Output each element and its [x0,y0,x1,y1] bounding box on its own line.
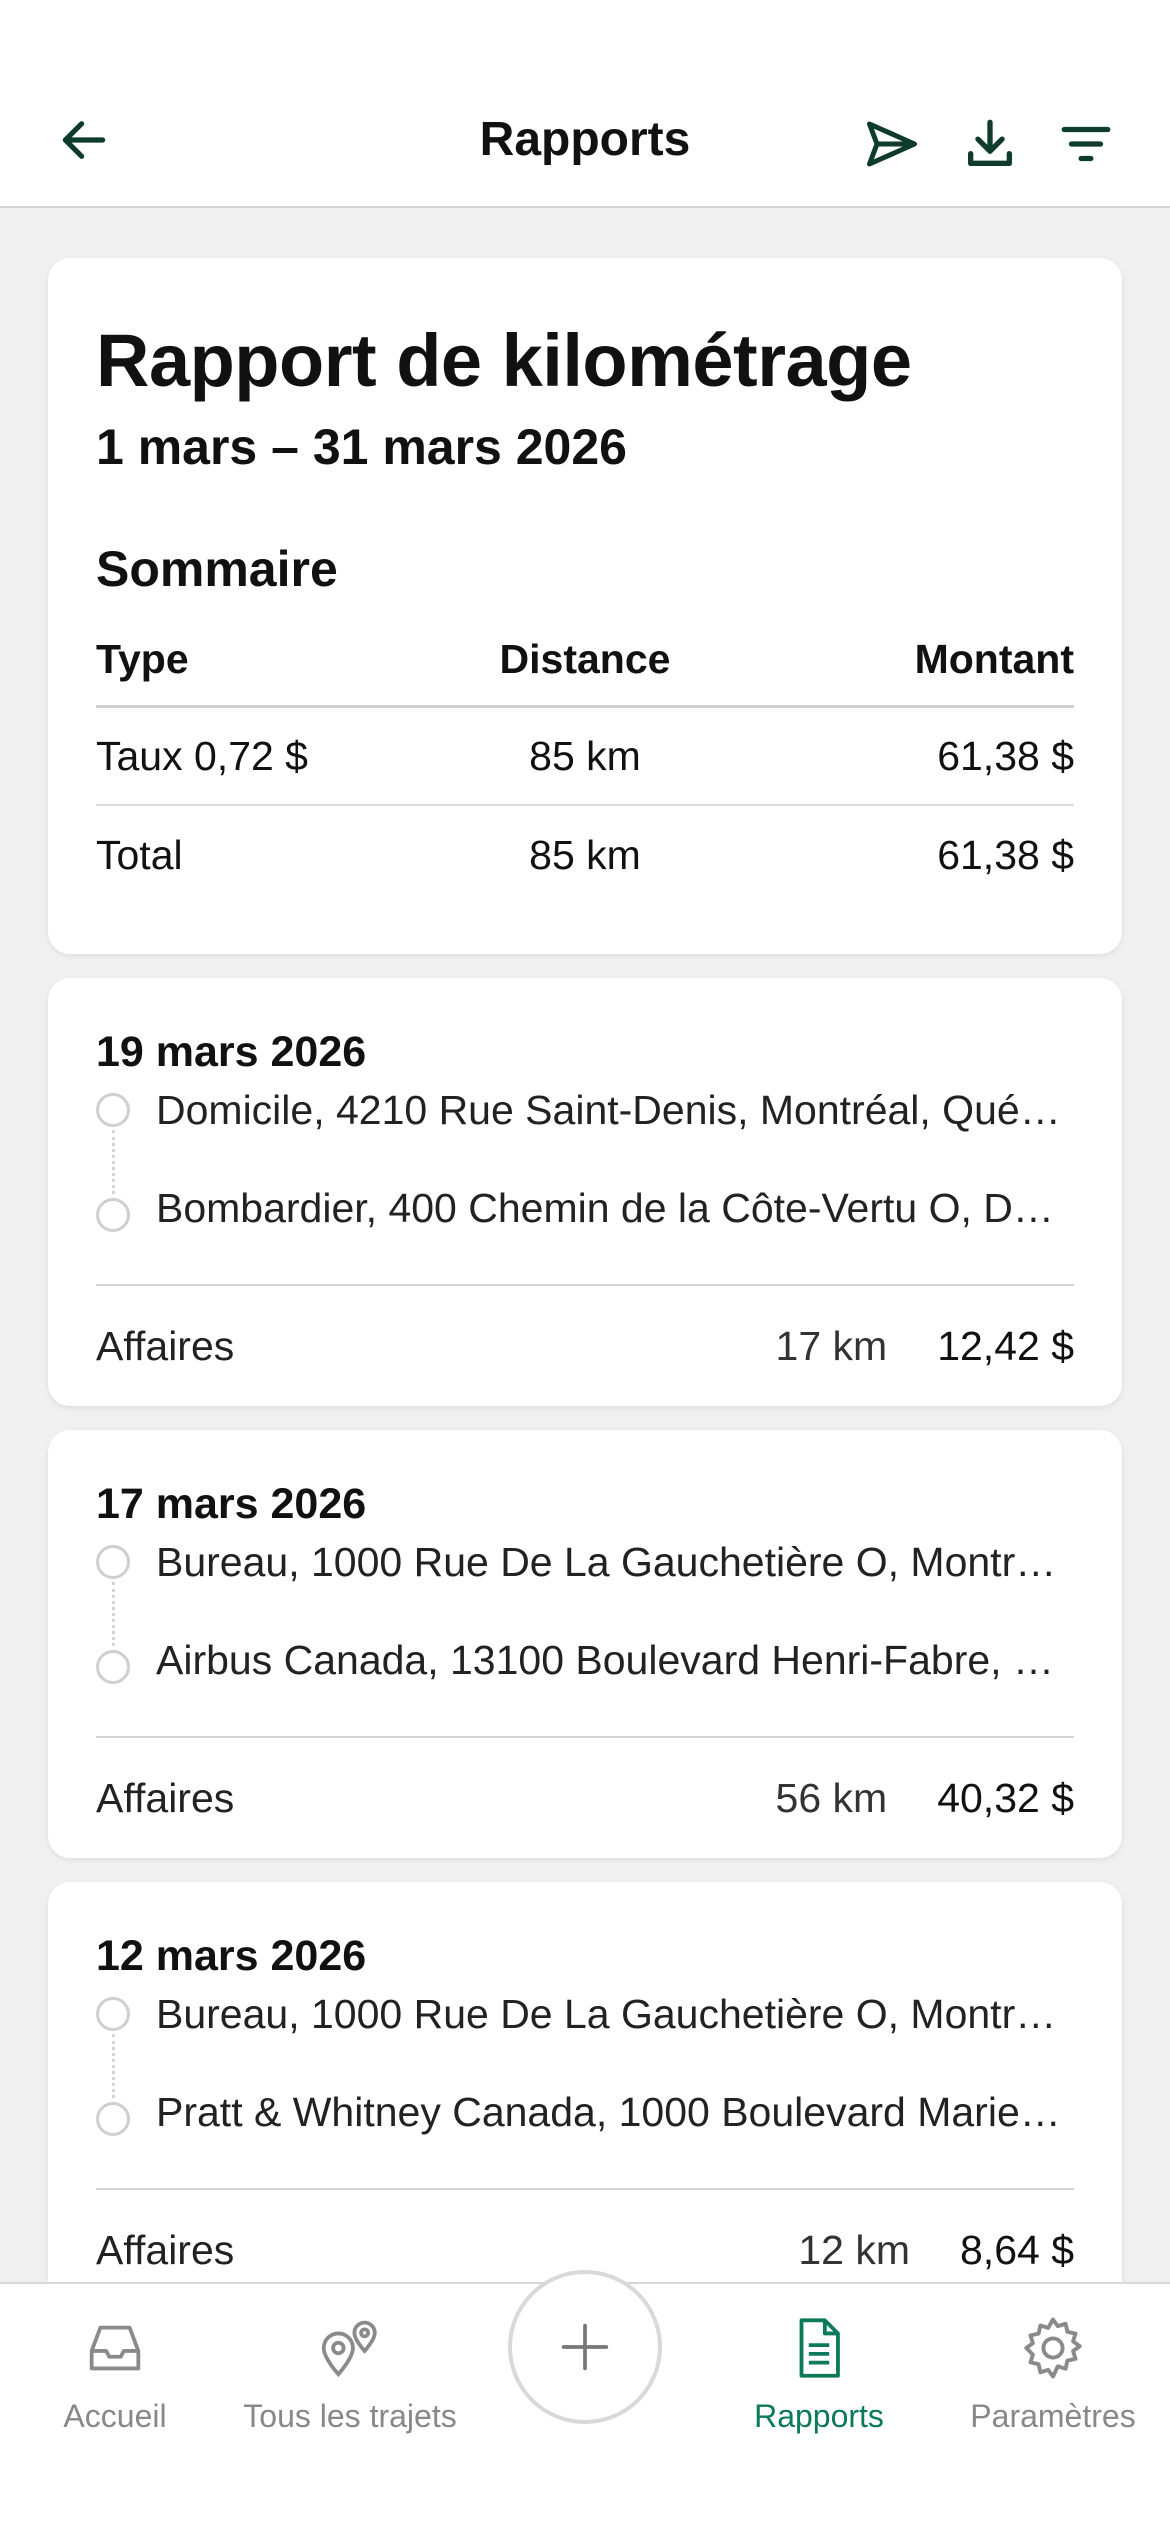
trip-distance: 56 km [775,1774,888,1821]
report-content[interactable]: Rapport de kilométrage 1 mars – 31 mars … [0,210,1170,2282]
trip-destination: Bombardier, 400 Chemin de la Côte-Vertu … [96,1178,1074,1238]
nav-item-settings[interactable]: Paramètres [938,2308,1168,2448]
trip-card[interactable]: 12 mars 2026 Bureau, 1000 Rue De La Gauc… [48,1882,1122,2282]
trip-category: Affaires [96,1322,235,1369]
nav-label-reports: Rapports [754,2398,884,2434]
trip-origin: Bureau, 1000 Rue De La Gauchetière O, Mo… [96,1532,1074,1592]
trip-destination: Airbus Canada, 13100 Boulevard Henri-Fab… [96,1630,1074,1690]
summary-heading: Sommaire [96,541,338,597]
document-icon [779,2308,859,2388]
origin-dot-icon [96,1093,130,1127]
trip-destination: Pratt & Whitney Canada, 1000 Boulevard M… [96,2082,1074,2142]
origin-dot-icon [96,1997,130,2031]
origin-dot-icon [96,1545,130,1579]
nav-item-all-trips[interactable]: Tous les trajets [235,2308,465,2448]
trip-amount: 12,42 $ [937,1322,1074,1369]
report-title: Rapport de kilométrage [96,319,912,402]
table-row: Total 85 km 61,38 $ [96,806,1074,904]
nav-item-reports[interactable]: Rapports [704,2308,934,2448]
column-header-amount: Montant [914,636,1074,682]
column-header-type: Type [96,636,189,682]
nav-label-settings: Paramètres [970,2398,1136,2434]
trip-distance: 17 km [775,1322,888,1369]
origin-address: Bureau, 1000 Rue De La Gauchetière O, Mo… [156,1990,1074,2037]
download-button[interactable] [954,108,1026,180]
trip-category: Affaires [96,2226,235,2273]
total-amount: 61,38 $ [937,831,1074,878]
trip-date: 19 mars 2026 [96,1028,367,1076]
destination-address: Pratt & Whitney Canada, 1000 Boulevard M… [156,2088,1074,2135]
destination-dot-icon [96,2102,130,2136]
trip-distance: 12 km [798,2226,910,2273]
map-pins-icon [310,2308,390,2388]
trip-origin: Bureau, 1000 Rue De La Gauchetière O, Mo… [96,1984,1074,2044]
table-row: Taux 0,72 $ 85 km 61,38 $ [96,708,1074,806]
summary-header-row: Type Distance Montant [96,630,1074,708]
gear-icon [1013,2308,1093,2388]
destination-address: Bombardier, 400 Chemin de la Côte-Vertu … [156,1184,1074,1231]
trip-amount: 8,64 $ [960,2226,1074,2273]
origin-address: Bureau, 1000 Rue De La Gauchetière O, Mo… [156,1538,1074,1585]
nav-item-home[interactable]: Accueil [0,2308,230,2448]
top-app-bar: Rapports [0,0,1170,208]
trip-footer: Affaires 17 km 12,42 $ [96,1316,1074,1376]
rate-type: Taux 0,72 $ [96,732,308,779]
bottom-navigation: Accueil Tous les trajets Rapports Paramè… [0,2270,1170,2532]
filter-icon [1061,126,1111,162]
inbox-icon [75,2308,155,2388]
download-icon [968,119,1012,166]
destination-dot-icon [96,1650,130,1684]
divider [96,1284,1074,1286]
filter-button[interactable] [1050,108,1122,180]
nav-label-home: Accueil [63,2398,167,2434]
origin-address: Domicile, 4210 Rue Saint-Denis, Montréal… [156,1086,1074,1133]
add-trip-button[interactable] [508,2270,662,2424]
send-icon [867,121,917,167]
trip-card[interactable]: 17 mars 2026 Bureau, 1000 Rue De La Gauc… [48,1430,1122,1858]
total-type: Total [96,831,183,878]
column-header-distance: Distance [499,636,671,682]
summary-table: Type Distance Montant Taux 0,72 $ 85 km … [96,630,1074,904]
plus-icon [561,2323,609,2371]
divider [96,1736,1074,1738]
trip-amount: 40,32 $ [937,1774,1074,1821]
trip-date: 12 mars 2026 [96,1932,367,1980]
divider [96,2188,1074,2190]
destination-address: Airbus Canada, 13100 Boulevard Henri-Fab… [156,1636,1074,1683]
trip-date: 17 mars 2026 [96,1480,367,1528]
trip-origin: Domicile, 4210 Rue Saint-Denis, Montréal… [96,1080,1074,1140]
rate-distance: 85 km [529,732,641,779]
send-button[interactable] [856,108,928,180]
nav-label-all-trips: Tous les trajets [243,2398,457,2434]
summary-card: Rapport de kilométrage 1 mars – 31 mars … [48,258,1122,954]
trip-category: Affaires [96,1774,235,1821]
destination-dot-icon [96,1198,130,1232]
trip-card[interactable]: 19 mars 2026 Domicile, 4210 Rue Saint-De… [48,978,1122,1406]
trip-footer: Affaires 56 km 40,32 $ [96,1768,1074,1828]
rate-amount: 61,38 $ [937,732,1074,779]
report-period: 1 mars – 31 mars 2026 [96,419,627,475]
total-distance: 85 km [529,831,641,878]
